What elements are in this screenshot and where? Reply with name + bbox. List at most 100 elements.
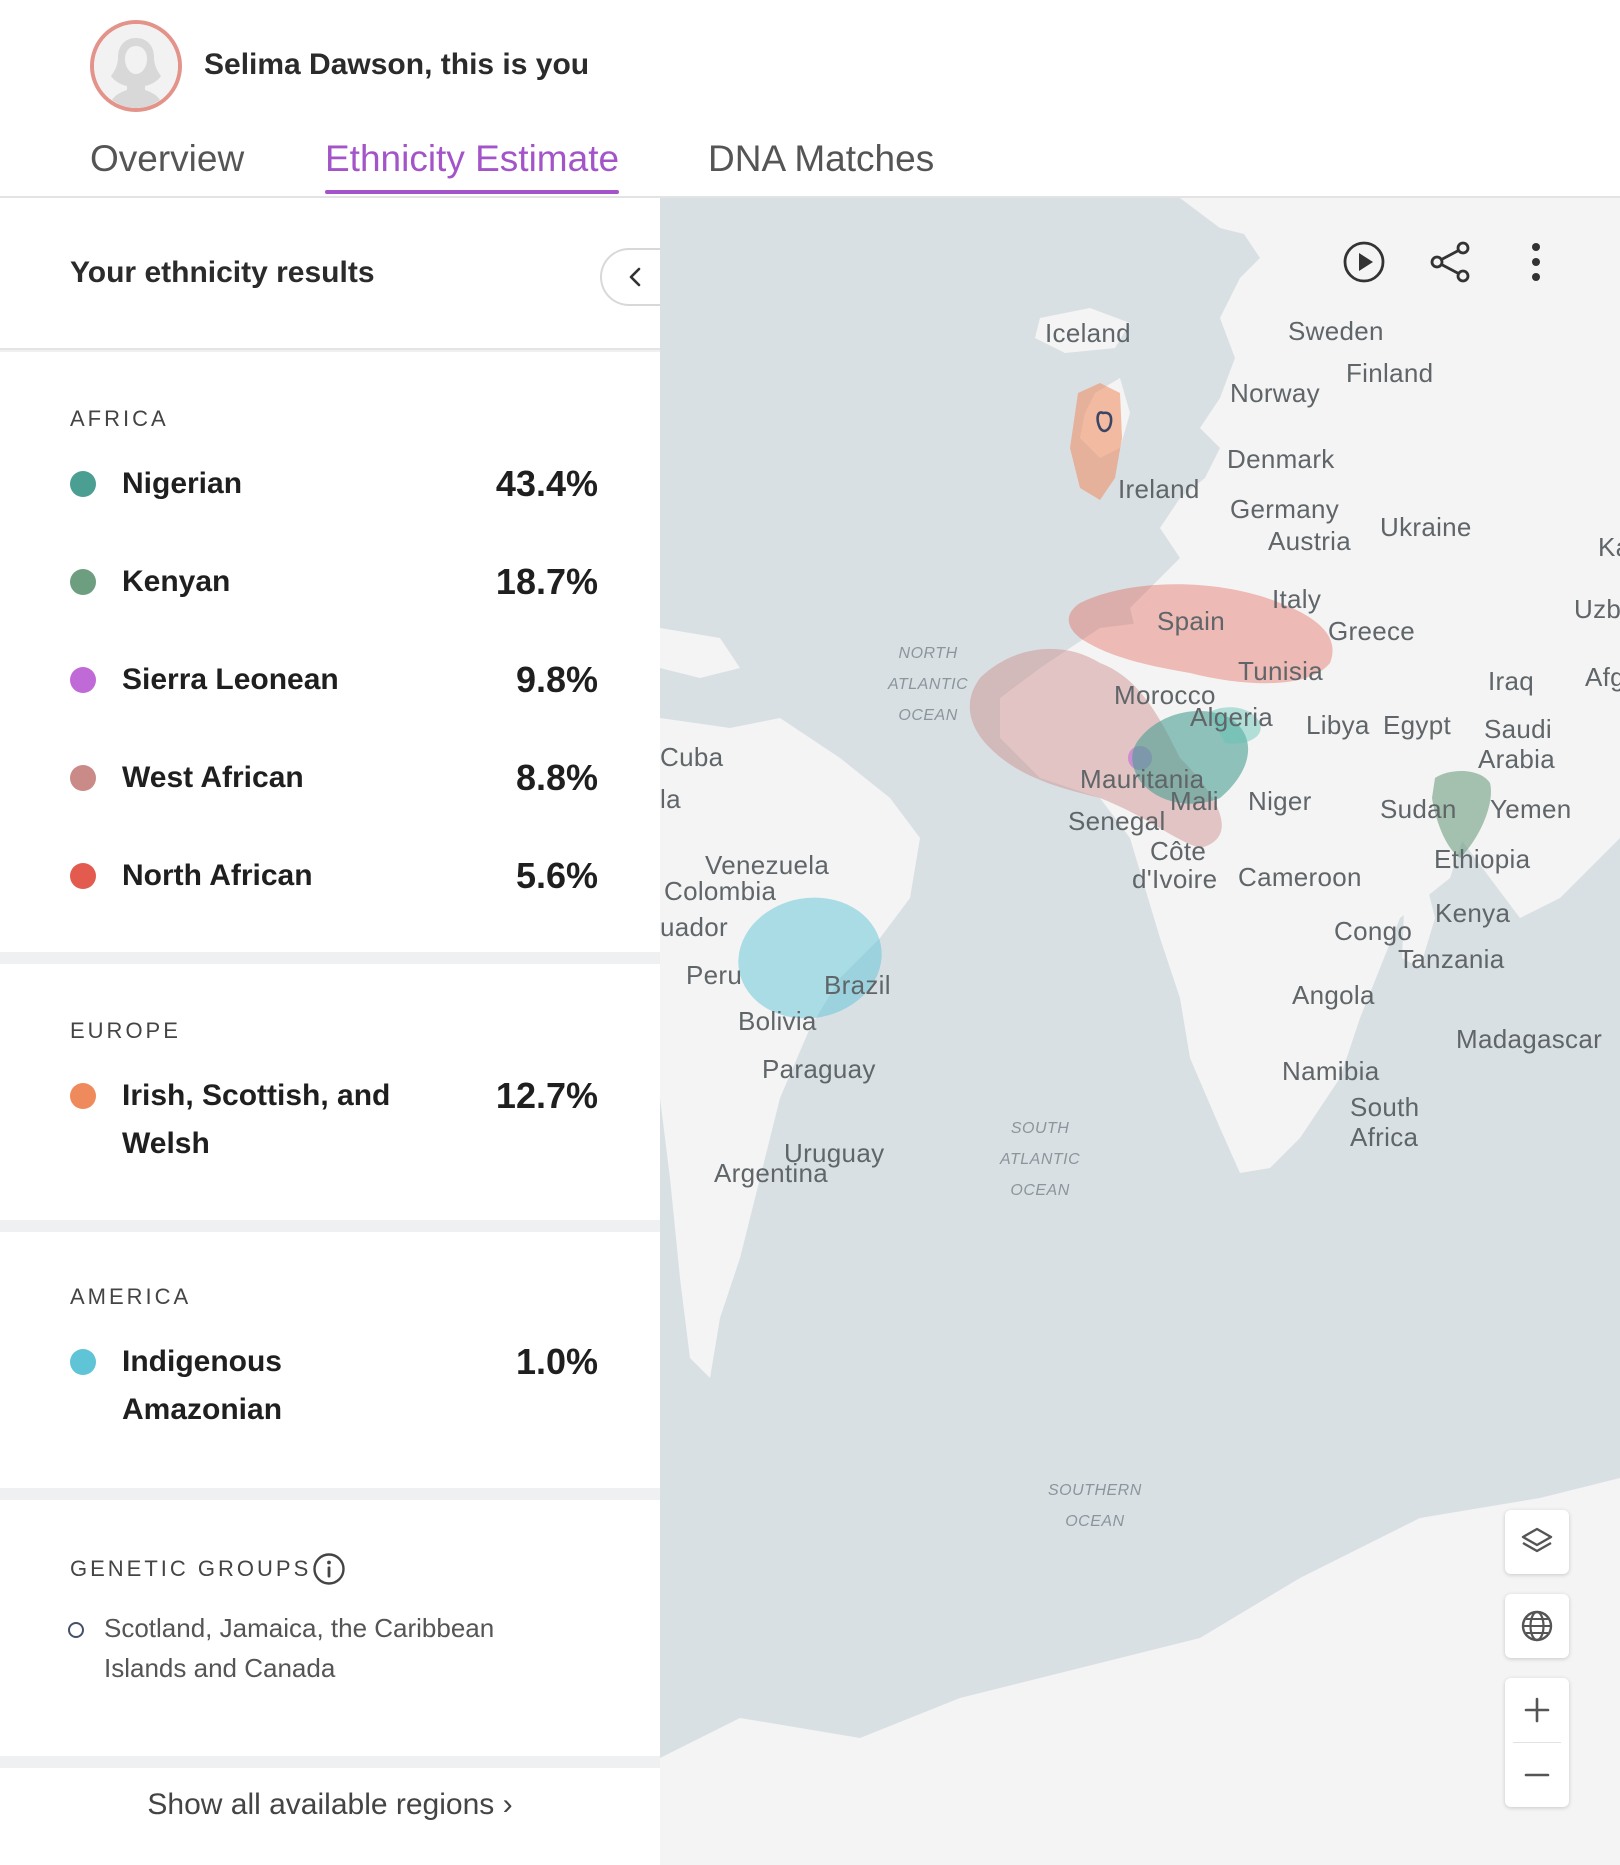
- region-name: Kenyan: [122, 565, 231, 598]
- region-percent: 8.8%: [515, 757, 598, 798]
- region-percent: 5.6%: [515, 855, 598, 896]
- america-section: AMERICA Indigenous Amazonian 1.0%: [0, 1232, 660, 1488]
- map-label-spain: Spain: [1157, 606, 1225, 636]
- map-label-norway: Norway: [1230, 378, 1320, 408]
- map-label-denmark: Denmark: [1227, 444, 1335, 474]
- zoom-in-button[interactable]: [1505, 1678, 1569, 1742]
- panel-title: Your ethnicity results: [70, 256, 375, 289]
- map-label-austria: Austria: [1268, 526, 1352, 556]
- map-label-brazil: Brazil: [824, 970, 891, 1000]
- map-label-ireland: Ireland: [1118, 474, 1200, 504]
- info-icon[interactable]: [312, 1552, 346, 1586]
- map-label-yemen: Yemen: [1490, 794, 1572, 824]
- map-label-ka: Ka: [1598, 532, 1620, 562]
- map-label-cuba: Cuba: [660, 742, 724, 772]
- region-name: Nigerian: [122, 467, 243, 500]
- show-all-regions-link[interactable]: Show all available regions ›: [0, 1788, 660, 1822]
- map-label-madagascar: Madagascar: [1456, 1024, 1603, 1054]
- map-label-angola: Angola: [1292, 980, 1375, 1010]
- region-percent: 12.7%: [495, 1075, 598, 1116]
- more-icon[interactable]: [1512, 238, 1560, 286]
- tab-ethnicity-estimate[interactable]: Ethnicity Estimate: [325, 138, 620, 194]
- genetic-groups-section: GENETIC GROUPS Scotland, Jamaica, the Ca…: [0, 1500, 660, 1756]
- play-icon[interactable]: [1340, 238, 1388, 286]
- region-name: North African: [122, 859, 313, 892]
- tab-dna-matches[interactable]: DNA Matches: [708, 138, 934, 180]
- avatar[interactable]: [90, 20, 182, 112]
- map-label-divoire: d'Ivoire: [1132, 864, 1218, 894]
- region-name: West African: [122, 761, 304, 794]
- region-percent: 43.4%: [495, 463, 598, 504]
- ocean-label-north-atlantic: NORTH ATLANTIC OCEAN: [888, 645, 969, 724]
- tab-ethnicity-estimate-label: Ethnicity Estimate: [325, 138, 620, 179]
- region-percent: 18.7%: [495, 561, 598, 602]
- map-label-italy: Italy: [1272, 584, 1322, 614]
- layers-control: [1505, 1510, 1569, 1574]
- zoom-out-button[interactable]: [1505, 1743, 1569, 1807]
- layers-button[interactable]: [1505, 1510, 1569, 1574]
- region-name: Irish, Scottish, and Welsh: [122, 1079, 391, 1160]
- region-color-dot: [70, 1083, 96, 1109]
- map-label-la: la: [660, 784, 681, 814]
- ocean-label-southern: SOUTHERN OCEAN: [1048, 1482, 1142, 1530]
- map-label-finland: Finland: [1346, 358, 1434, 388]
- map-label-kenya: Kenya: [1435, 898, 1511, 928]
- section-label-genetic-groups: GENETIC GROUPS: [70, 1556, 312, 1581]
- profile-header: Selima Dawson, this is you Overview Ethn…: [0, 0, 1620, 198]
- region-color-dot: [70, 569, 96, 595]
- region-color-dot: [70, 471, 96, 497]
- region-color-dot: [70, 863, 96, 889]
- map-label-colombia: Colombia: [664, 876, 777, 906]
- europe-section: EUROPE Irish, Scottish, and Welsh 12.7%: [0, 964, 660, 1220]
- overlay-irish-scottish-welsh: [1070, 383, 1122, 500]
- africa-section: AFRICA Nigerian 43.4% Kenyan 18.7% Sierr…: [0, 352, 660, 952]
- zoom-in-icon: [1524, 1697, 1550, 1723]
- map-label-bolivia: Bolivia: [738, 1006, 817, 1036]
- south-america-land: [660, 718, 920, 1378]
- map-label-south: South: [1350, 1092, 1420, 1122]
- user-name: Selima Dawson, this is you: [204, 48, 590, 81]
- globe-button[interactable]: [1505, 1594, 1569, 1658]
- ethnicity-results-panel: Your ethnicity results AFRICA Nigerian 4…: [0, 198, 660, 1865]
- map-label-iceland: Iceland: [1045, 318, 1131, 348]
- region-percent: 1.0%: [515, 1341, 598, 1382]
- tab-overview[interactable]: Overview: [90, 138, 244, 180]
- region-color-dot: [70, 667, 96, 693]
- map-label-ukraine: Ukraine: [1380, 512, 1472, 542]
- map-label-peru: Peru: [686, 960, 743, 990]
- region-name: Indigenous Amazonian: [122, 1345, 283, 1426]
- map-label-namibia: Namibia: [1282, 1056, 1380, 1086]
- map-label-ethiopia: Ethiopia: [1434, 844, 1531, 874]
- map-label-africa: Africa: [1350, 1122, 1419, 1152]
- section-label-europe: EUROPE: [70, 1018, 181, 1043]
- layers-icon: [1521, 1527, 1553, 1553]
- map-label-algeria: Algeria: [1190, 702, 1274, 732]
- region-color-dot: [70, 765, 96, 791]
- map-label-congo: Congo: [1334, 916, 1413, 946]
- genetic-group-link[interactable]: Scotland, Jamaica, the Caribbean Islands…: [104, 1608, 564, 1688]
- map-label-mali: Mali: [1170, 786, 1219, 816]
- genetic-group-dot: [68, 1622, 84, 1638]
- region-color-dot: [70, 1349, 96, 1375]
- map-label-libya: Libya: [1306, 710, 1370, 740]
- map-label-tanzania: Tanzania: [1398, 944, 1505, 974]
- chevron-left-icon: [629, 267, 641, 287]
- map-label-uador: uador: [660, 912, 728, 942]
- ocean-label-south-atlantic: SOUTH ATLANTIC OCEAN: [1000, 1120, 1081, 1199]
- region-name: Sierra Leonean: [122, 663, 339, 696]
- region-percent: 9.8%: [515, 659, 598, 700]
- section-label-africa: AFRICA: [70, 406, 169, 431]
- map-label-arabia: Arabia: [1478, 744, 1555, 774]
- map-label-paraguay: Paraguay: [762, 1054, 876, 1084]
- share-icon[interactable]: [1426, 238, 1474, 286]
- map-label-sudan: Sudan: [1380, 794, 1457, 824]
- active-tab-indicator: [325, 190, 620, 194]
- map-label-senegal: Senegal: [1068, 806, 1166, 836]
- map-label-cameroon: Cameroon: [1238, 862, 1362, 892]
- ethnicity-map[interactable]: NORTH ATLANTIC OCEAN SOUTH ATLANTIC OCEAN SO…: [660, 198, 1620, 1865]
- map-label-greece: Greece: [1328, 616, 1416, 646]
- map-label-argentina: Argentina: [714, 1158, 828, 1188]
- collapse-panel-button[interactable]: [600, 248, 660, 306]
- section-label-america: AMERICA: [70, 1284, 192, 1309]
- map-label-uzb: Uzb: [1574, 594, 1620, 624]
